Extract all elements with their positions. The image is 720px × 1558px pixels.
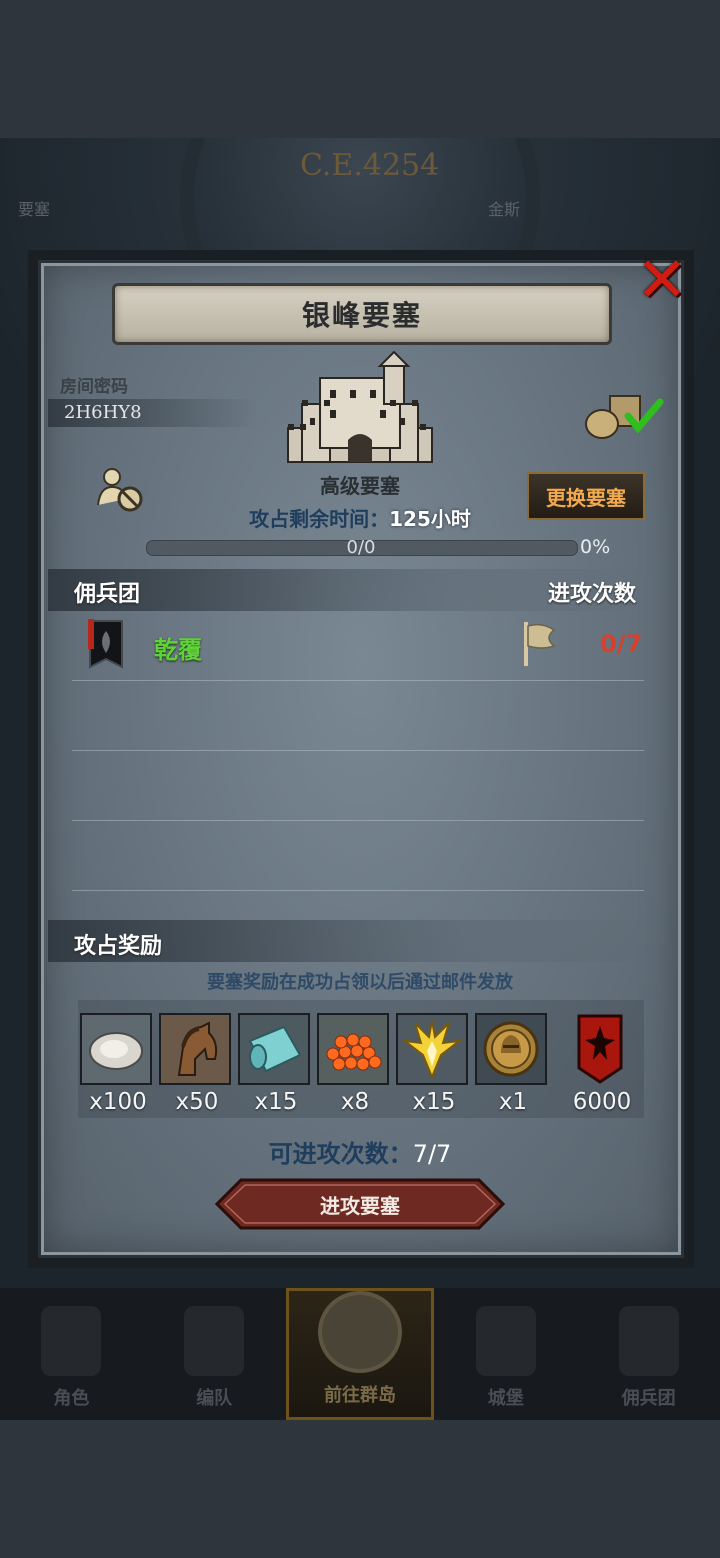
roe-icon — [326, 1033, 382, 1071]
row-divider — [72, 750, 644, 751]
mercenary-header: 佣兵团 — [74, 582, 141, 607]
flag-icon — [524, 622, 556, 666]
close-icon: ✕ — [636, 243, 688, 316]
reward-item[interactable]: x8 — [317, 1013, 393, 1115]
supplies-check-icon[interactable] — [584, 390, 664, 440]
nav-label: 前往群岛 — [323, 1385, 396, 1406]
mercenary-name[interactable]: 乾覆 — [154, 630, 202, 665]
reward-item[interactable]: x50 — [159, 1013, 235, 1115]
castle-icon — [475, 1306, 536, 1376]
rewards-note: 要塞奖励在成功占领以后通过邮件发放 — [207, 972, 513, 993]
mercenary-attack-count: 0/7 — [600, 630, 643, 658]
row-divider — [72, 890, 644, 891]
nav-label: 编队 — [196, 1388, 233, 1409]
reward-qty: x1 — [498, 1089, 528, 1115]
map-label-right: 金斯 — [488, 200, 521, 219]
room-password-value: 2H6HY8 — [64, 402, 142, 423]
reward-qty: 6000 — [572, 1089, 632, 1115]
fortress-type-label: 高级要塞 — [320, 474, 400, 498]
mercenary-banner-icon — [88, 619, 123, 669]
horse-icon — [177, 1021, 218, 1076]
nav-tab-character[interactable]: 角色 — [0, 1288, 143, 1420]
row-divider — [72, 820, 644, 821]
reward-qty: x50 — [175, 1089, 219, 1115]
ship-icon — [618, 1306, 679, 1376]
bottom-letterbox — [0, 1420, 720, 1558]
era-label: C.E.4254 — [300, 148, 440, 183]
attacks-left-label: 可进攻次数： — [268, 1140, 413, 1168]
reward-qty: x15 — [254, 1089, 298, 1115]
red-banner-icon — [577, 1014, 623, 1084]
nav-tab-islands[interactable]: 前往群岛 — [285, 1288, 435, 1420]
attack-count-header: 进攻次数 — [548, 582, 637, 607]
attack-button-label: 进攻要塞 — [320, 1193, 400, 1218]
golden-crest-icon — [401, 1020, 463, 1079]
cloth-icon — [248, 1025, 302, 1073]
nav-tab-formation[interactable]: 编队 — [143, 1288, 286, 1420]
reward-item[interactable]: x15 — [396, 1013, 472, 1115]
capture-progress-percent: 0% — [580, 536, 611, 558]
attacks-left-value: 7/7 — [412, 1140, 452, 1168]
attacks-left: 可进攻次数：7/7 — [200, 1134, 520, 1169]
time-left-value: 125小时 — [389, 507, 471, 531]
reward-item[interactable]: x15 — [238, 1013, 314, 1115]
knight-icon — [41, 1306, 102, 1376]
dialog-title: 银峰要塞 — [301, 299, 422, 332]
reward-item[interactable]: 6000 — [564, 1013, 640, 1115]
nav-tab-mercenary[interactable]: 佣兵团 — [577, 1288, 720, 1420]
nav-label: 城堡 — [487, 1388, 524, 1409]
change-fortress-button[interactable]: 更换要塞 — [527, 472, 645, 520]
helmet-icon — [184, 1306, 245, 1376]
knight-medal-icon — [483, 1021, 539, 1077]
close-button[interactable]: ✕ — [632, 243, 692, 316]
bottom-nav: 角色 编队 前往群岛 城堡 佣兵团 — [0, 1288, 720, 1420]
top-letterbox — [0, 0, 720, 138]
attack-fortress-button[interactable]: 进攻要塞 — [215, 1178, 505, 1230]
castle-icon — [287, 350, 433, 463]
nav-label: 佣兵团 — [621, 1388, 676, 1409]
map-label-left: 要塞 — [18, 200, 51, 219]
nav-tab-castle[interactable]: 城堡 — [434, 1288, 577, 1420]
reward-item[interactable]: x100 — [80, 1013, 156, 1115]
room-password-label: 房间密码 — [60, 377, 128, 397]
nav-label: 角色 — [53, 1388, 90, 1409]
user-blocked-icon[interactable] — [96, 465, 144, 513]
rewards-header: 攻占奖励 — [74, 934, 163, 959]
reward-qty: x8 — [340, 1089, 370, 1115]
reward-item[interactable]: x1 — [475, 1013, 551, 1115]
reward-qty: x100 — [89, 1089, 147, 1115]
oyster-icon — [89, 1032, 143, 1070]
title-plaque: 银峰要塞 — [112, 283, 612, 345]
capture-progress-text: 0/0 — [346, 537, 376, 558]
row-divider — [72, 680, 644, 681]
time-left-label: 攻占剩余时间： — [249, 507, 390, 531]
time-left: 攻占剩余时间：125小时 — [210, 503, 510, 532]
reward-qty: x15 — [412, 1089, 456, 1115]
compass-map-icon — [317, 1291, 402, 1373]
